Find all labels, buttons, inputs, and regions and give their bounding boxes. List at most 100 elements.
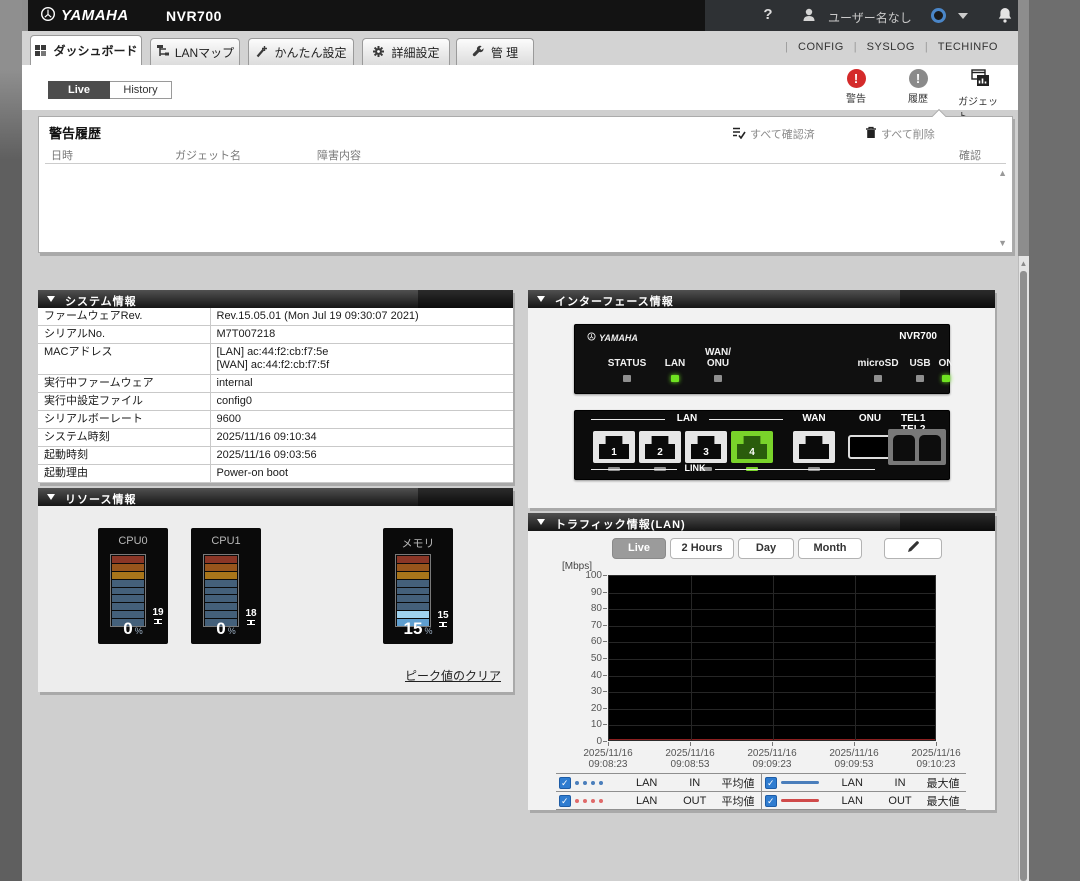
legend-checkbox[interactable]: ✓ xyxy=(765,777,777,789)
rj45-jack: 3 xyxy=(691,436,721,459)
y-tick-mark xyxy=(603,724,607,725)
legend-checkbox[interactable]: ✓ xyxy=(559,777,571,789)
gadget-icon xyxy=(970,69,990,91)
notification-bell-icon[interactable] xyxy=(996,6,1014,27)
help-button[interactable]: ? xyxy=(758,6,778,23)
quick-link-syslog[interactable]: SYSLOG xyxy=(857,41,925,53)
x-label-time: 09:08:53 xyxy=(654,759,726,770)
solid-line-sample xyxy=(781,781,825,784)
tel-ports xyxy=(888,429,946,465)
live-toggle-button[interactable]: Live xyxy=(48,81,110,99)
lan-port-1: 1 xyxy=(593,431,635,463)
gauge-percent: 15% xyxy=(383,619,453,639)
toolbar-icon-ガジェット[interactable]: ガジェット xyxy=(958,69,1002,123)
gauge-segment xyxy=(397,603,429,610)
quick-link-config[interactable]: CONFIG xyxy=(788,41,854,53)
gauge-percent: 0% xyxy=(98,619,168,639)
gridline-h xyxy=(609,725,935,726)
gauge-name: CPU1 xyxy=(191,535,261,547)
device-model-label: NVR700 xyxy=(899,331,937,342)
clear-peak-link[interactable]: ピーク値のクリア xyxy=(405,667,501,684)
legend-checkbox[interactable]: ✓ xyxy=(559,795,571,807)
legend-interface: LAN xyxy=(825,795,880,807)
traffic-info-header[interactable]: トラフィック情報(LAN) xyxy=(528,513,995,531)
legend-row: ✓LANIN平均値✓LANIN最大値 xyxy=(556,773,966,792)
x-label-date: 2025/11/16 xyxy=(736,748,808,759)
quick-links: |CONFIG|SYSLOG|TECHINFO xyxy=(785,41,1008,53)
x-tick-label: 2025/11/1609:09:23 xyxy=(736,748,808,770)
confirm-all-button[interactable]: すべて確認済 xyxy=(732,126,815,142)
range-button-month[interactable]: Month xyxy=(798,538,862,559)
delete-all-button[interactable]: すべて削除 xyxy=(865,126,935,142)
system-info-row: システム時刻2025/11/16 09:10:34 xyxy=(38,429,513,447)
y-tick-mark xyxy=(603,691,607,692)
traffic-zero-line xyxy=(609,739,935,740)
legend-entry-LAN-IN-平均値: ✓LANIN平均値 xyxy=(556,774,761,791)
legend-entry-LAN-IN-最大値: ✓LANIN最大値 xyxy=(761,774,966,791)
percent-sign: % xyxy=(228,626,236,636)
range-button-day[interactable]: Day xyxy=(738,538,794,559)
gauge-name: CPU0 xyxy=(98,535,168,547)
system-info-row: 実行中設定ファイルconfig0 xyxy=(38,393,513,411)
tab-management[interactable]: 管 理 xyxy=(456,38,534,65)
window-left-edge xyxy=(0,0,22,881)
brand-name: YAMAHA xyxy=(61,7,129,24)
scrollbar-up-arrow[interactable]: ▲ xyxy=(1019,259,1028,269)
list-scroll-down[interactable]: ▼ xyxy=(998,238,1007,248)
peak-value: 18 xyxy=(242,609,260,619)
y-tick-label: 50 xyxy=(568,653,602,664)
range-button-2-hours[interactable]: 2 Hours xyxy=(670,538,734,559)
system-row-label: ファームウェアRev. xyxy=(38,308,210,326)
edit-chart-button[interactable] xyxy=(884,538,942,559)
wan-label: WAN xyxy=(802,413,825,424)
gauge-segment xyxy=(205,572,237,579)
brand: YAMAHA xyxy=(40,6,129,25)
x-tick-mark xyxy=(690,742,691,746)
onu-port xyxy=(848,435,892,459)
system-row-value: internal xyxy=(210,375,513,393)
tab-lanmap[interactable]: LANマップ xyxy=(150,38,240,65)
alert-history-panel: 警告履歴 すべて確認済 すべて削除 日時ガジェット名障害内容確認 ▲ ▼ xyxy=(38,116,1013,253)
system-row-label: 実行中設定ファイル xyxy=(38,393,210,411)
y-tick-label: 30 xyxy=(568,686,602,697)
column-header-3: 確認 xyxy=(959,147,981,163)
legend-direction: OUT xyxy=(880,795,920,807)
list-scroll-up[interactable]: ▲ xyxy=(998,168,1007,178)
gauge-segment xyxy=(205,595,237,602)
gauge-segment xyxy=(397,611,429,618)
system-row-value: 9600 xyxy=(210,411,513,429)
gridline-v xyxy=(855,576,856,740)
system-info-header[interactable]: システム情報 xyxy=(38,290,513,308)
range-button-live[interactable]: Live xyxy=(612,538,666,559)
line xyxy=(781,781,819,784)
tab-dashboard[interactable]: ダッシュボード xyxy=(30,35,142,65)
x-label-date: 2025/11/16 xyxy=(572,748,644,759)
y-tick-mark xyxy=(603,675,607,676)
legend-entry-LAN-OUT-平均値: ✓LANOUT平均値 xyxy=(556,792,761,809)
user-menu-caret[interactable] xyxy=(958,13,968,19)
gauge-segment xyxy=(112,603,144,610)
history-toggle-button[interactable]: History xyxy=(110,81,172,99)
value-line: 9600 xyxy=(217,413,508,426)
x-tick-mark xyxy=(772,742,773,746)
tab-easy-setup[interactable]: かんたん設定 xyxy=(248,38,354,65)
gridline-v xyxy=(773,576,774,740)
front-led-label-1: LAN xyxy=(665,358,686,369)
interface-info-header[interactable]: インターフェース情報 xyxy=(528,290,995,308)
lanmap-icon xyxy=(156,45,170,59)
traffic-info-panel: トラフィック情報(LAN) Live2 HoursDayMonth [Mbps]… xyxy=(528,513,995,810)
tab-advanced[interactable]: 詳細設定 xyxy=(362,38,450,65)
resource-info-header[interactable]: リソース情報 xyxy=(38,488,513,506)
gauge-segment xyxy=(205,564,237,571)
scrollbar-thumb[interactable] xyxy=(1020,271,1027,881)
legend-checkbox[interactable]: ✓ xyxy=(765,795,777,807)
toolbar-icon-警告[interactable]: !警告 xyxy=(834,69,878,123)
system-info-row: ファームウェアRev.Rev.15.05.01 (Mon Jul 19 09:3… xyxy=(38,308,513,326)
quick-link-techinfo[interactable]: TECHINFO xyxy=(928,41,1008,53)
dot xyxy=(591,799,595,803)
front-led-on xyxy=(942,375,950,382)
gauge-segment xyxy=(112,595,144,602)
y-tick-mark xyxy=(603,625,607,626)
gear-icon xyxy=(372,45,386,59)
gauge-segment xyxy=(205,556,237,563)
